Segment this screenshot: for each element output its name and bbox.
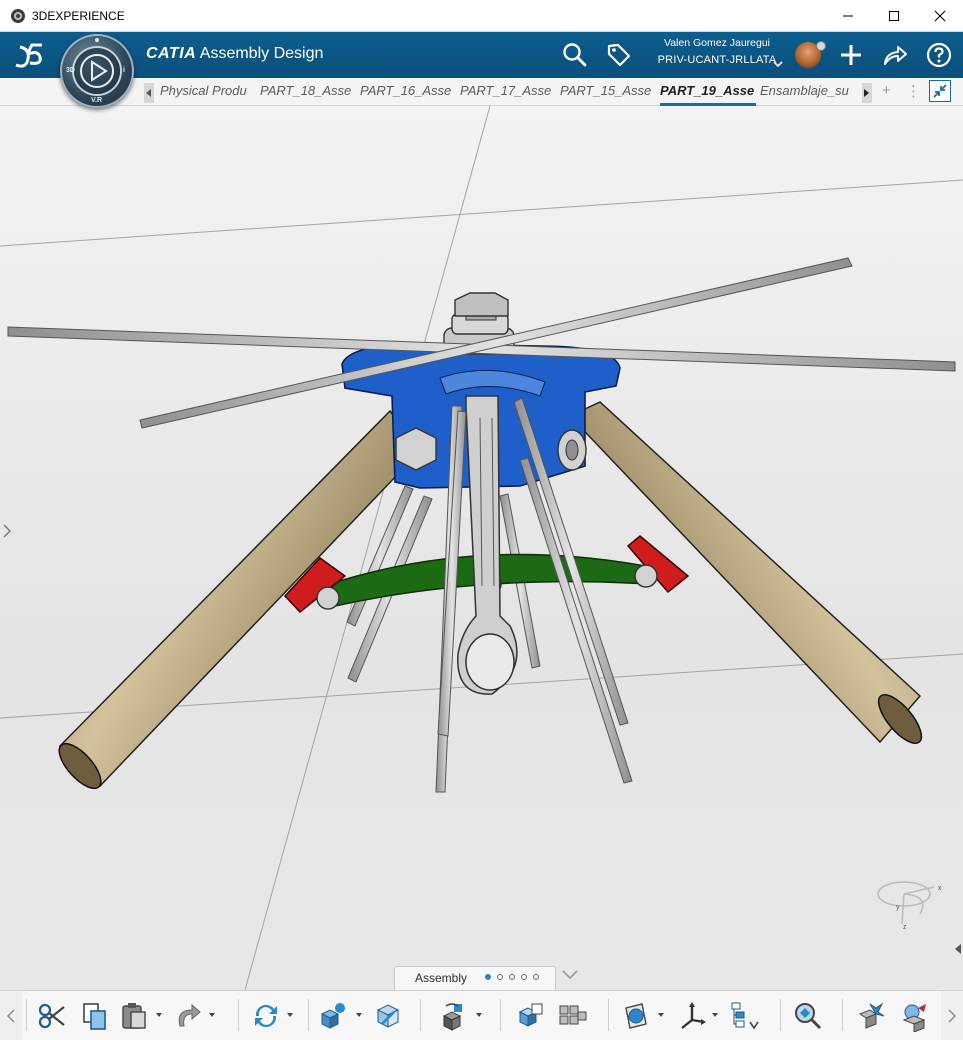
orientation-triad[interactable]: x y z bbox=[877, 881, 942, 931]
pattern-icon[interactable] bbox=[556, 1000, 588, 1032]
tree-reorder-icon[interactable] bbox=[728, 1000, 760, 1032]
tab-overflow-menu[interactable]: ⋮ bbox=[906, 82, 921, 100]
tab-part-15[interactable]: PART_15_Asse bbox=[560, 78, 656, 106]
replace-component-icon[interactable] bbox=[372, 1000, 404, 1032]
tab-ensamblaje[interactable]: Ensamblaje_su bbox=[760, 78, 856, 106]
user-name: Valen Gomez Jauregui bbox=[663, 37, 771, 49]
tab-part-18[interactable]: PART_18_Asse bbox=[260, 78, 356, 106]
section-dot-5[interactable] bbox=[533, 974, 539, 980]
add-tab-button[interactable]: + bbox=[882, 82, 891, 99]
compass-widget[interactable]: 3D i V.R bbox=[60, 34, 134, 108]
tag-icon[interactable] bbox=[606, 42, 632, 68]
chevron-left-icon bbox=[7, 1008, 15, 1023]
tab-part-16[interactable]: PART_16_Asse bbox=[360, 78, 456, 106]
compass-3d-label: 3D bbox=[66, 67, 75, 74]
dassault-logo-icon[interactable] bbox=[12, 39, 48, 71]
section-dot-3[interactable] bbox=[509, 974, 515, 980]
user-menu[interactable]: Valen Gomez Jauregui PRIV-UCANT-JRLLATA bbox=[648, 37, 786, 66]
tab-part-19[interactable]: PART_19_Asse bbox=[660, 78, 756, 106]
assembly-model[interactable]: x y z bbox=[0, 106, 963, 990]
update-dropdown[interactable] bbox=[287, 1013, 293, 1017]
section-pager bbox=[485, 974, 539, 980]
maximize-icon bbox=[889, 11, 899, 21]
maximize-button[interactable] bbox=[871, 0, 917, 32]
section-view-icon[interactable] bbox=[620, 1000, 652, 1032]
chevron-left-icon bbox=[146, 89, 151, 97]
instance-icon[interactable] bbox=[514, 1000, 546, 1032]
chevron-right-icon bbox=[864, 89, 869, 97]
close-icon bbox=[934, 10, 946, 22]
help-icon[interactable] bbox=[926, 42, 952, 68]
toolbar-scroll-left[interactable] bbox=[0, 991, 22, 1040]
insert-product-icon[interactable] bbox=[318, 1000, 350, 1032]
app-title: CATIA Assembly Design bbox=[146, 45, 323, 63]
share-icon[interactable] bbox=[882, 42, 908, 68]
compass-social-icon bbox=[95, 38, 99, 42]
minimize-button[interactable] bbox=[825, 0, 871, 32]
redo-icon[interactable] bbox=[172, 1000, 204, 1032]
triad-x-label: x bbox=[938, 885, 942, 892]
paste-dropdown[interactable] bbox=[156, 1013, 162, 1017]
redo-dropdown[interactable] bbox=[209, 1013, 215, 1017]
expand-panel-icon[interactable] bbox=[2, 524, 12, 538]
zoom-inspect-icon[interactable] bbox=[792, 1000, 824, 1032]
right-handle-icon[interactable] bbox=[955, 944, 961, 954]
document-tabs: Physical Produ PART_18_Asse PART_16_Asse PA… bbox=[160, 78, 858, 106]
compass-vr-label: V.R bbox=[91, 97, 103, 104]
tab-physical-product[interactable]: Physical Produ bbox=[160, 78, 256, 106]
3d-viewport[interactable]: x y z bbox=[0, 106, 963, 990]
robot-icon[interactable] bbox=[676, 1000, 708, 1032]
cut-icon[interactable] bbox=[36, 1000, 68, 1032]
triad-y-label: y bbox=[896, 904, 900, 911]
section-name: Assembly bbox=[415, 971, 468, 985]
insert-dropdown[interactable] bbox=[356, 1013, 362, 1017]
compass-i-label: i bbox=[123, 67, 125, 74]
play-icon bbox=[80, 54, 114, 88]
app-header: 3D i V.R CATIA Assembly Design Valen Gom… bbox=[0, 32, 963, 108]
close-window-button[interactable] bbox=[917, 0, 963, 32]
tenant-name: PRIV-UCANT-JRLLATA bbox=[657, 54, 777, 66]
collapse-icon bbox=[933, 84, 947, 98]
tab-part-17[interactable]: PART_17_Asse bbox=[460, 78, 556, 106]
triad-z-label: z bbox=[903, 924, 907, 931]
chevron-right-icon bbox=[948, 1008, 956, 1023]
chevron-down-icon[interactable] bbox=[562, 970, 578, 980]
paste-icon[interactable] bbox=[118, 1000, 150, 1032]
snap-icon[interactable] bbox=[438, 1000, 470, 1032]
tabs-scroll-right-button[interactable] bbox=[862, 83, 872, 103]
tabs-scroll-left-button[interactable] bbox=[144, 83, 154, 103]
clearance-icon[interactable] bbox=[898, 1000, 930, 1032]
clash-icon[interactable] bbox=[856, 1000, 888, 1032]
brand-name: CATIA bbox=[146, 45, 197, 62]
section-dot-1[interactable] bbox=[485, 974, 491, 980]
toolbar-scroll-right[interactable] bbox=[941, 991, 963, 1040]
section-dot-2[interactable] bbox=[497, 974, 503, 980]
robot-dropdown[interactable] bbox=[712, 1013, 718, 1017]
minimize-icon bbox=[843, 15, 853, 17]
update-icon[interactable] bbox=[250, 1000, 282, 1032]
chevron-down-icon[interactable] bbox=[773, 61, 783, 67]
section-dot-4[interactable] bbox=[521, 974, 527, 980]
action-bar bbox=[0, 990, 963, 1040]
compass-ring[interactable] bbox=[74, 48, 120, 94]
snap-dropdown[interactable] bbox=[476, 1013, 482, 1017]
section-selector[interactable]: Assembly bbox=[394, 966, 556, 990]
app-name: Assembly Design bbox=[199, 45, 324, 62]
plus-icon[interactable] bbox=[838, 42, 864, 68]
window-title-bar: 3DEXPERIENCE bbox=[0, 0, 963, 32]
status-indicator bbox=[816, 41, 826, 51]
copy-icon[interactable] bbox=[78, 1000, 110, 1032]
window-title: 3DEXPERIENCE bbox=[32, 8, 125, 23]
app-icon bbox=[11, 8, 25, 23]
section-dropdown[interactable] bbox=[658, 1013, 664, 1017]
collapse-button[interactable] bbox=[929, 80, 951, 102]
tab-bar: Physical Produ PART_18_Asse PART_16_Asse PA… bbox=[0, 78, 963, 106]
search-icon[interactable] bbox=[562, 42, 588, 68]
